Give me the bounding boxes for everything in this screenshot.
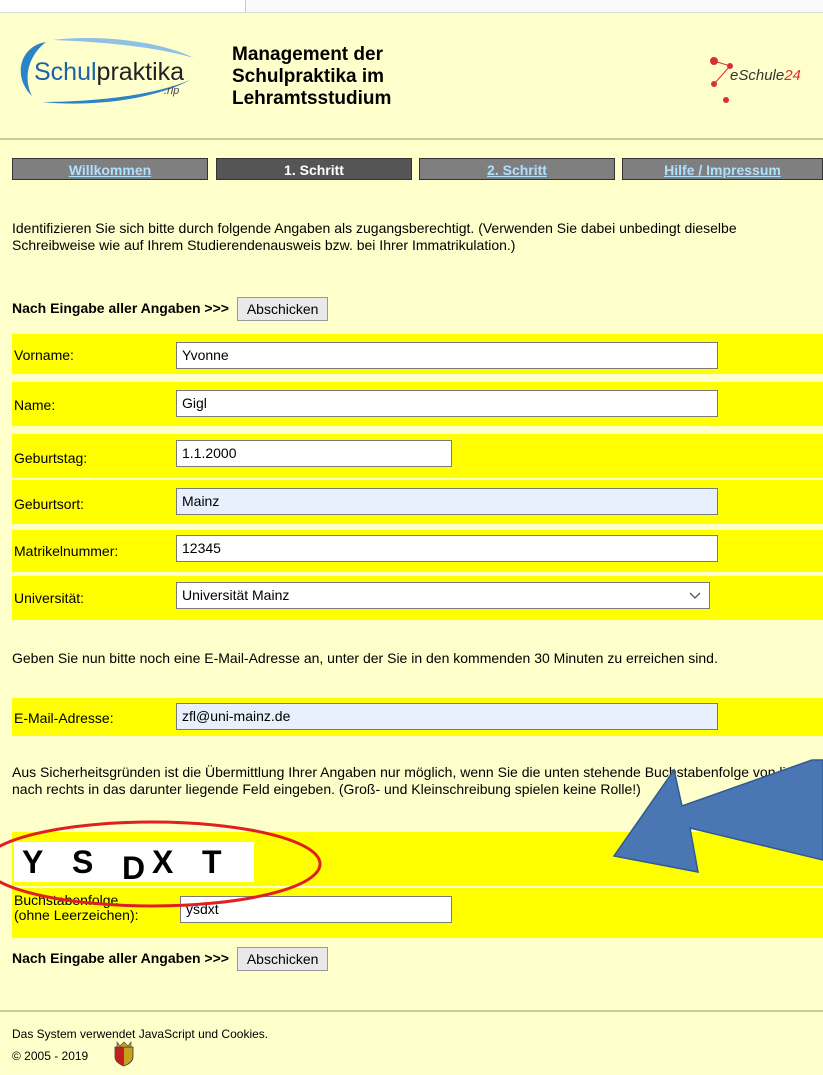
pointer-arrow: [612, 759, 823, 873]
highlight-ellipse: [0, 820, 322, 908]
annotation-overlay: [0, 759, 823, 908]
